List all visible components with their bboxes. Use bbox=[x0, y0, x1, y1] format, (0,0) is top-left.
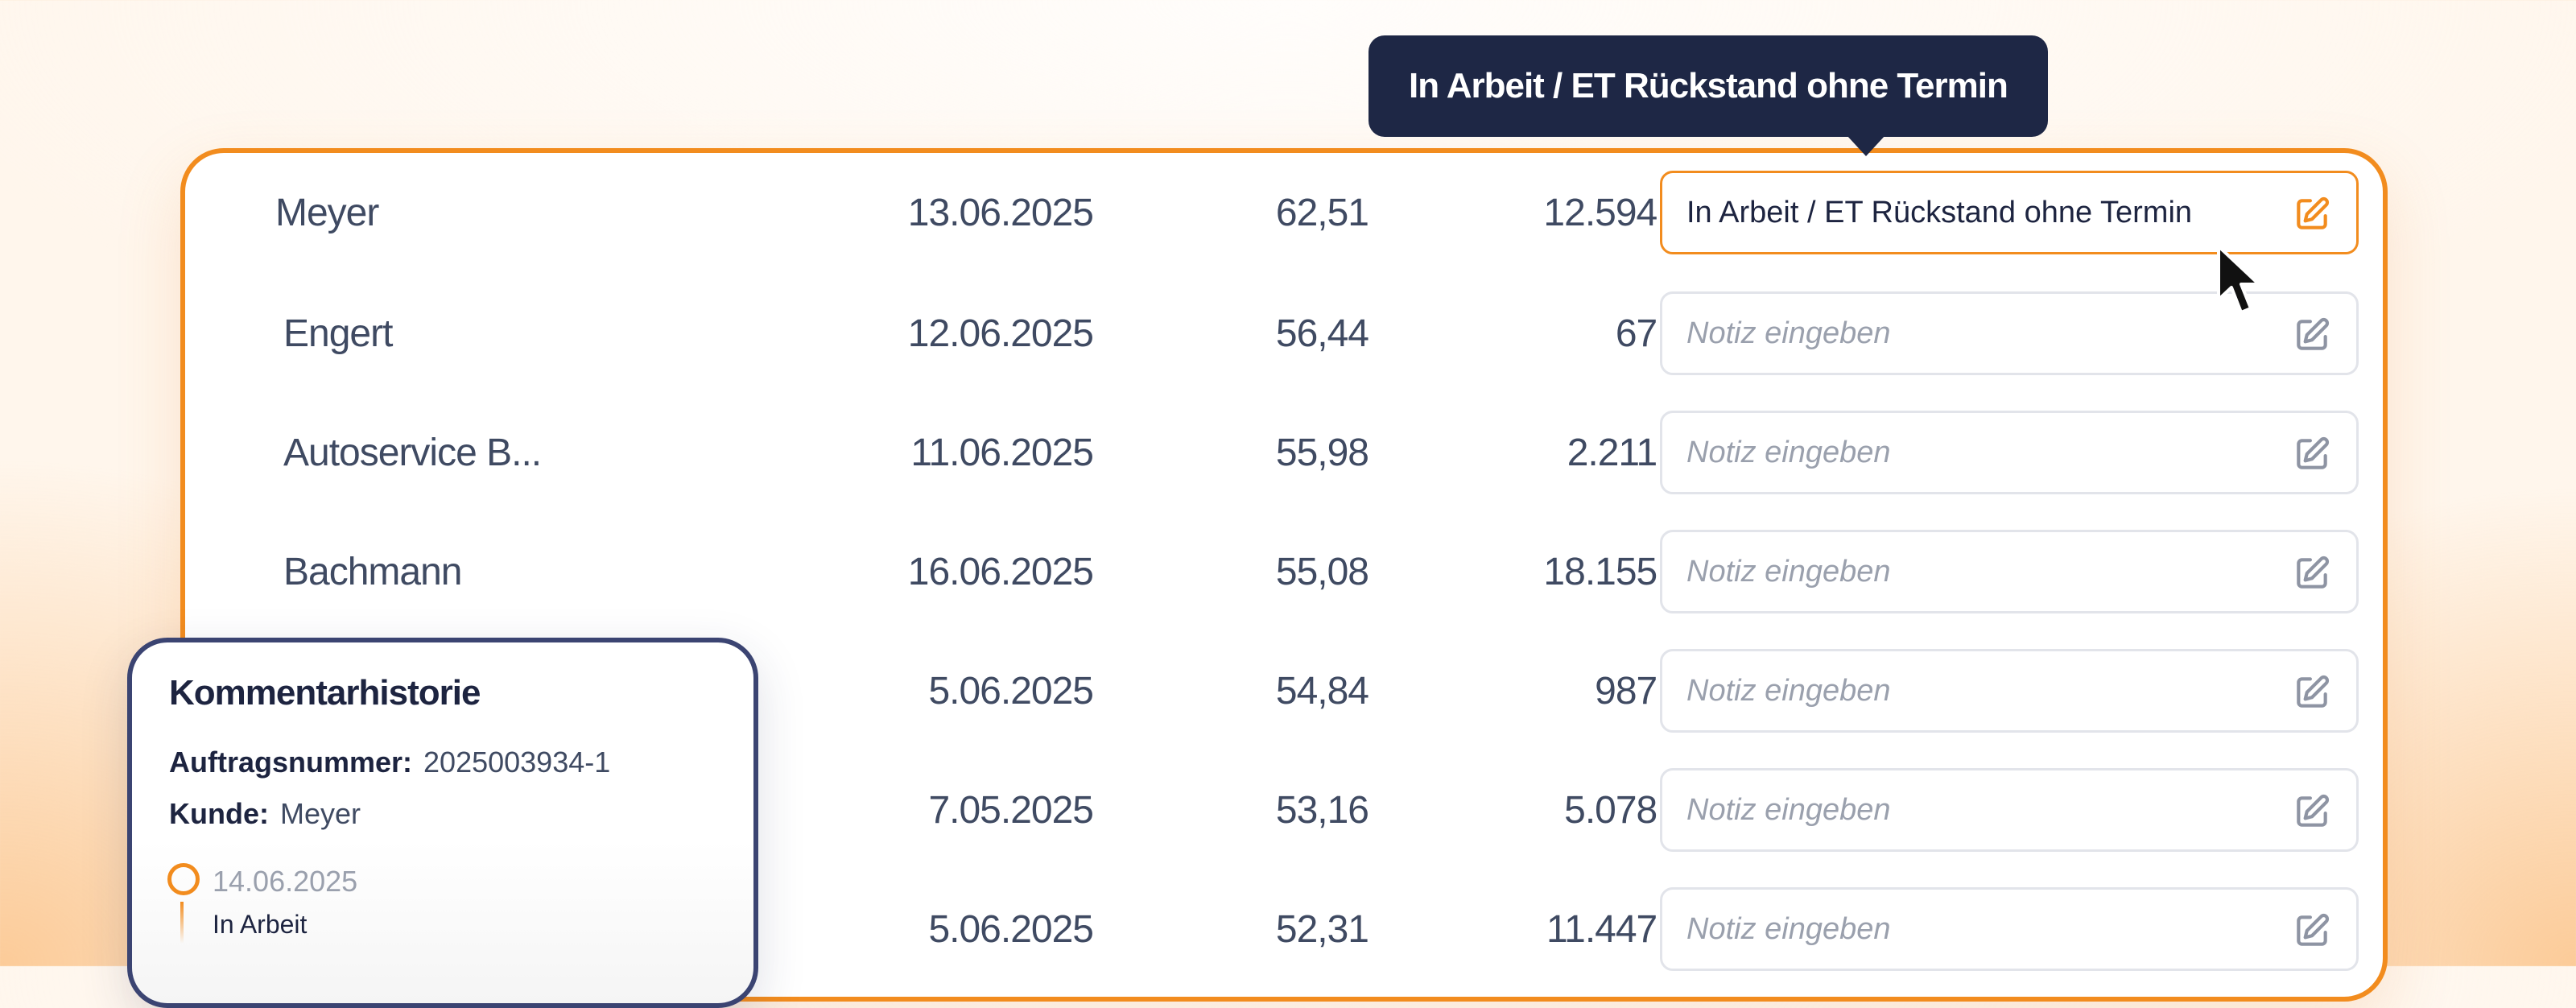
edit-icon[interactable] bbox=[2292, 672, 2332, 713]
score-cell: 54,84 bbox=[1275, 669, 1369, 713]
table-row[interactable]: Autoservice B... 11.06.2025 55,98 2.211,74 … bbox=[185, 393, 2383, 512]
date-cell: 12.06.2025 bbox=[907, 312, 1094, 355]
date-cell: 11.06.2025 bbox=[910, 431, 1094, 474]
order-number-line: Auftragsnummer: 2025003934-1 bbox=[169, 746, 610, 779]
table-row[interactable]: Engert12.06.202556,4467,62 €Notiz eingeb… bbox=[185, 274, 2383, 393]
edit-icon[interactable] bbox=[2292, 194, 2332, 234]
score-cell: 53,16 bbox=[1275, 788, 1369, 832]
edit-icon[interactable] bbox=[2292, 911, 2332, 951]
comment-history-card: Kommentarhistorie Auftragsnummer: 2025003… bbox=[127, 638, 758, 1008]
history-title: Kommentarhistorie bbox=[169, 673, 481, 713]
table-row[interactable]: Meyer 13.06.2025 62,51 12.594,98 € In Arbeit… bbox=[185, 153, 2383, 272]
table-row[interactable]: Bachmann 16.06.2025 55,08 18.155,64 € Notiz … bbox=[185, 512, 2383, 631]
note-input[interactable]: Notiz eingeben bbox=[1660, 649, 2359, 733]
note-input[interactable]: In Arbeit / ET Rückstand ohne Termin bbox=[1660, 171, 2359, 254]
note-text: Notiz eingeben bbox=[1686, 435, 1891, 469]
timeline-connector bbox=[180, 902, 184, 944]
note-text: Notiz eingeben bbox=[1686, 554, 1891, 589]
order-number-value: 2025003934-1 bbox=[423, 746, 611, 779]
timeline-entry-status: In Arbeit bbox=[213, 910, 308, 939]
edit-icon[interactable] bbox=[2292, 791, 2332, 832]
tooltip-text: In Arbeit / ET Rückstand ohne Termin bbox=[1409, 66, 2008, 105]
edit-icon[interactable] bbox=[2292, 434, 2332, 474]
customer-value: Meyer bbox=[279, 797, 361, 830]
timeline-circle-icon bbox=[167, 863, 200, 895]
score-cell: 55,98 bbox=[1275, 431, 1369, 474]
date-cell: 16.06.2025 bbox=[907, 550, 1094, 593]
note-input[interactable]: Notiz eingeben bbox=[1660, 887, 2359, 971]
customer-line: Kunde: Meyer bbox=[169, 797, 361, 831]
note-text: Notiz eingeben bbox=[1686, 316, 1891, 350]
score-cell: 55,08 bbox=[1275, 550, 1369, 593]
note-text: Notiz eingeben bbox=[1686, 673, 1891, 708]
order-number-label: Auftragsnummer: bbox=[169, 746, 413, 779]
note-text: Notiz eingeben bbox=[1686, 911, 1891, 946]
edit-icon[interactable] bbox=[2292, 315, 2332, 355]
customer-label: Kunde: bbox=[169, 797, 269, 830]
score-cell: 62,51 bbox=[1275, 191, 1369, 234]
note-input[interactable]: Notiz eingeben bbox=[1660, 411, 2359, 494]
note-text: Notiz eingeben bbox=[1686, 792, 1891, 827]
timeline-entry-date: 14.06.2025 bbox=[213, 865, 358, 898]
score-cell: 56,44 bbox=[1275, 312, 1369, 355]
date-cell: 13.06.2025 bbox=[907, 191, 1094, 234]
score-cell: 52,31 bbox=[1275, 907, 1369, 951]
note-text: In Arbeit / ET Rückstand ohne Termin bbox=[1686, 195, 2193, 229]
note-tooltip: In Arbeit / ET Rückstand ohne Termin bbox=[1368, 35, 2048, 137]
edit-icon[interactable] bbox=[2292, 553, 2332, 593]
note-input[interactable]: Notiz eingeben bbox=[1660, 530, 2359, 613]
tooltip-arrow bbox=[1847, 135, 1885, 156]
note-input[interactable]: Notiz eingeben bbox=[1660, 768, 2359, 852]
mouse-pointer-icon bbox=[2217, 245, 2260, 314]
